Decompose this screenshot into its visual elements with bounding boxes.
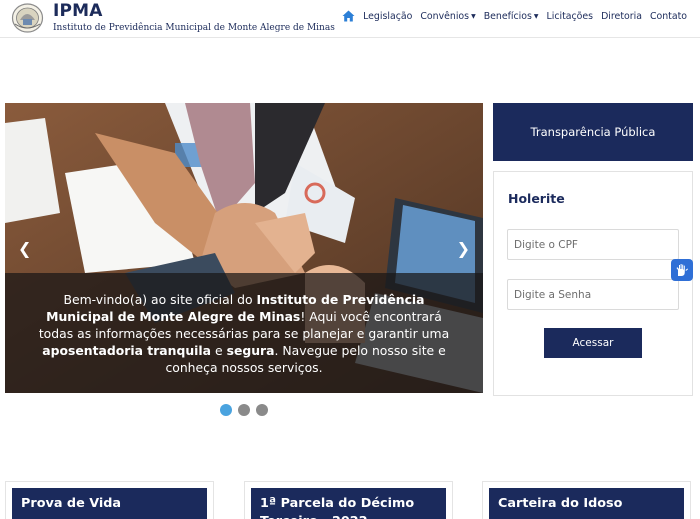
carousel-prev-button[interactable]: ❮ [18,239,31,258]
card-title: Carteira do Idoso [498,496,623,511]
nav-convenios[interactable]: Convênios ▼ [420,11,475,22]
nav-label: Convênios [420,10,470,22]
carousel-indicator-3[interactable] [256,404,268,416]
card-carteira-do-idoso[interactable]: Carteira do Idoso [482,481,691,519]
caption-bold: segura [226,343,275,358]
hero-carousel: ❮ ❯ Bem-vindo(a) ao site oficial do Inst… [5,103,483,393]
carousel-indicator-2[interactable] [238,404,250,416]
caret-down-icon: ▼ [533,12,539,20]
nav-label: Licitações [546,10,594,22]
cpf-input[interactable] [507,229,679,260]
main-nav: Legislação Convênios ▼ Benefícios ▼ Licita… [342,10,687,22]
card-prova-de-vida[interactable]: Prova de Vida [5,481,214,519]
nav-label: Contato [649,10,687,22]
nav-label: Diretoria [601,10,642,22]
brand-title[interactable]: IPMA [53,1,103,21]
card-header: Carteira do Idoso [489,488,684,519]
brand-subtitle: Instituto de Previdência Municipal de Mo… [53,23,335,33]
hand-icon [676,264,688,276]
card-header: 1ª Parcela do Décimo Terceiro - 2022 [251,488,446,519]
carousel-indicator-1[interactable] [220,404,232,416]
holerite-panel: Holerite Acessar [493,171,693,396]
home-icon[interactable] [342,10,355,22]
caption-text: Bem-vindo(a) ao site oficial do Institut… [33,291,455,376]
caption-part: Bem-vindo(a) ao site oficial do [63,292,257,307]
nav-contato[interactable]: Contato [650,11,687,22]
acessar-button[interactable]: Acessar [544,328,642,358]
nav-diretoria[interactable]: Diretoria [601,11,642,22]
caret-down-icon: ▼ [471,12,476,20]
nav-label: Benefícios [483,10,532,22]
nav-beneficios[interactable]: Benefícios ▼ [484,11,539,22]
card-title: Prova de Vida [21,496,122,511]
carousel-next-button[interactable]: ❯ [457,239,470,258]
carousel-caption: Bem-vindo(a) ao site oficial do Institut… [5,273,483,393]
nav-label: Legislação [363,10,413,22]
transparency-button[interactable]: Transparência Pública [493,103,693,161]
holerite-title: Holerite [508,191,565,206]
ipma-logo[interactable] [11,2,44,33]
site-header: IPMA Instituto de Previdência Municipal … [0,0,700,38]
carousel-indicators [220,404,274,416]
card-decimo-terceiro[interactable]: 1ª Parcela do Décimo Terceiro - 2022 [244,481,453,519]
nav-licitacoes[interactable]: Licitações [547,11,594,22]
sign-language-icon[interactable] [671,259,693,281]
card-header: Prova de Vida [12,488,207,519]
nav-legislacao[interactable]: Legislação [363,11,412,22]
caption-part: e [211,343,227,358]
caption-bold: aposentadoria tranquila [42,343,212,358]
card-title: 1ª Parcela do Décimo Terceiro - 2022 [260,496,415,519]
password-input[interactable] [507,279,679,310]
